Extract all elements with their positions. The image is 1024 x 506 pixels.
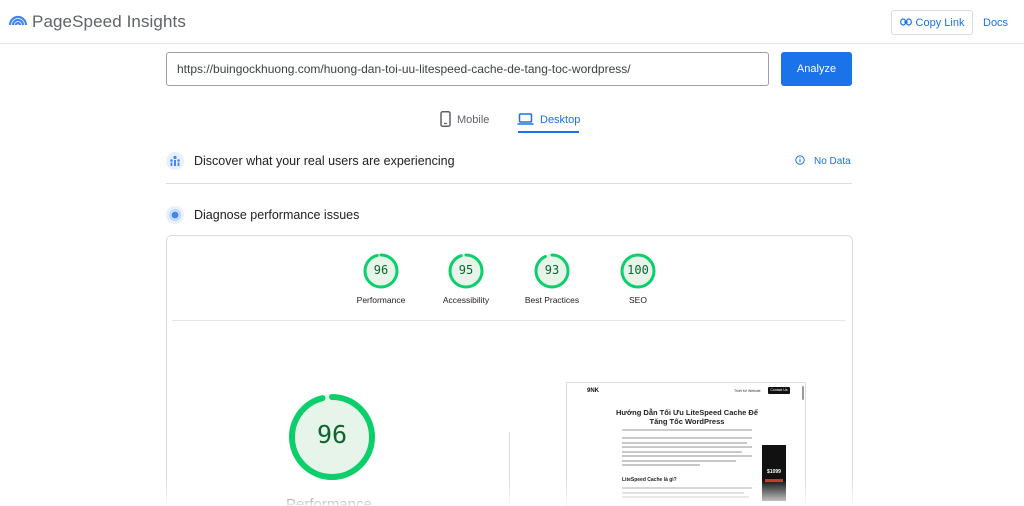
laptop-icon <box>517 112 534 128</box>
score-label: Accessibility <box>442 295 490 305</box>
score-value: 93 <box>544 263 560 277</box>
copy-link-label: Copy Link <box>915 16 965 29</box>
preview-nav-text: Thiết Kế Website <box>734 389 761 393</box>
preview-site-logo: 9NK <box>587 388 600 394</box>
preview-meta-line <box>622 429 752 431</box>
diagnose-title: Diagnose performance issues <box>194 208 360 222</box>
main-score-value: 96 <box>316 420 348 449</box>
app-title[interactable]: PageSpeed Insights <box>32 12 186 32</box>
main-score-label: Performance <box>286 496 372 506</box>
score-gauge-seo[interactable]: 100 SEO <box>598 253 678 305</box>
phone-icon <box>440 110 451 130</box>
active-tab-indicator <box>518 131 579 133</box>
vertical-divider <box>509 432 510 506</box>
score-label: Performance <box>356 295 406 305</box>
top-header: PageSpeed Insights Copy Link Docs <box>0 0 1024 44</box>
docs-link[interactable]: Docs <box>983 17 1008 29</box>
score-gauge-best-practices[interactable]: 93 Best Practices <box>512 253 592 305</box>
score-gauge-performance[interactable]: 96 Performance <box>341 253 421 305</box>
preview-ad-banner: $1099 <box>762 445 786 501</box>
pagespeed-logo-icon[interactable] <box>8 11 28 31</box>
lab-icon <box>166 206 184 224</box>
preview-subheading: LiteSpeed Cache là gì? <box>622 477 677 483</box>
score-value: 96 <box>373 263 389 277</box>
url-input[interactable] <box>166 52 769 86</box>
tab-mobile[interactable]: Mobile <box>440 106 489 134</box>
tab-desktop-label: Desktop <box>540 114 581 126</box>
analyze-button[interactable]: Analyze <box>781 52 852 86</box>
preview-nav-button: Contact Us <box>768 387 790 394</box>
score-label: Best Practices <box>524 295 580 305</box>
card-divider <box>172 320 846 321</box>
no-data-link[interactable]: No Data <box>795 155 851 168</box>
tab-mobile-label: Mobile <box>457 114 490 126</box>
score-label: SEO <box>629 295 647 305</box>
score-value: 95 <box>458 263 474 277</box>
score-gauge-accessibility[interactable]: 95 Accessibility <box>426 253 506 305</box>
preview-ad-price: $1099 <box>767 469 781 475</box>
users-icon <box>166 152 184 170</box>
tab-desktop[interactable]: Desktop <box>517 106 580 134</box>
preview-paragraph-2 <box>622 487 752 501</box>
discover-section-header: Discover what your real users are experi… <box>166 152 852 170</box>
section-divider <box>166 183 852 184</box>
page-screenshot-preview: 9NK Thiết Kế Website Contact Us Hướng Dẫ… <box>566 382 806 506</box>
preview-scrollbar <box>802 386 804 400</box>
score-value: 100 <box>627 263 649 277</box>
info-icon <box>795 155 805 168</box>
link-icon <box>899 17 912 29</box>
copy-link-button[interactable]: Copy Link <box>891 10 973 35</box>
preview-title: Hướng Dẫn Tối Ưu LiteSpeed Cache Để Tăng… <box>615 408 758 426</box>
diagnose-section-header: Diagnose performance issues <box>166 206 852 224</box>
preview-paragraph <box>622 437 752 469</box>
no-data-label: No Data <box>814 156 851 167</box>
discover-title: Discover what your real users are experi… <box>194 154 455 168</box>
